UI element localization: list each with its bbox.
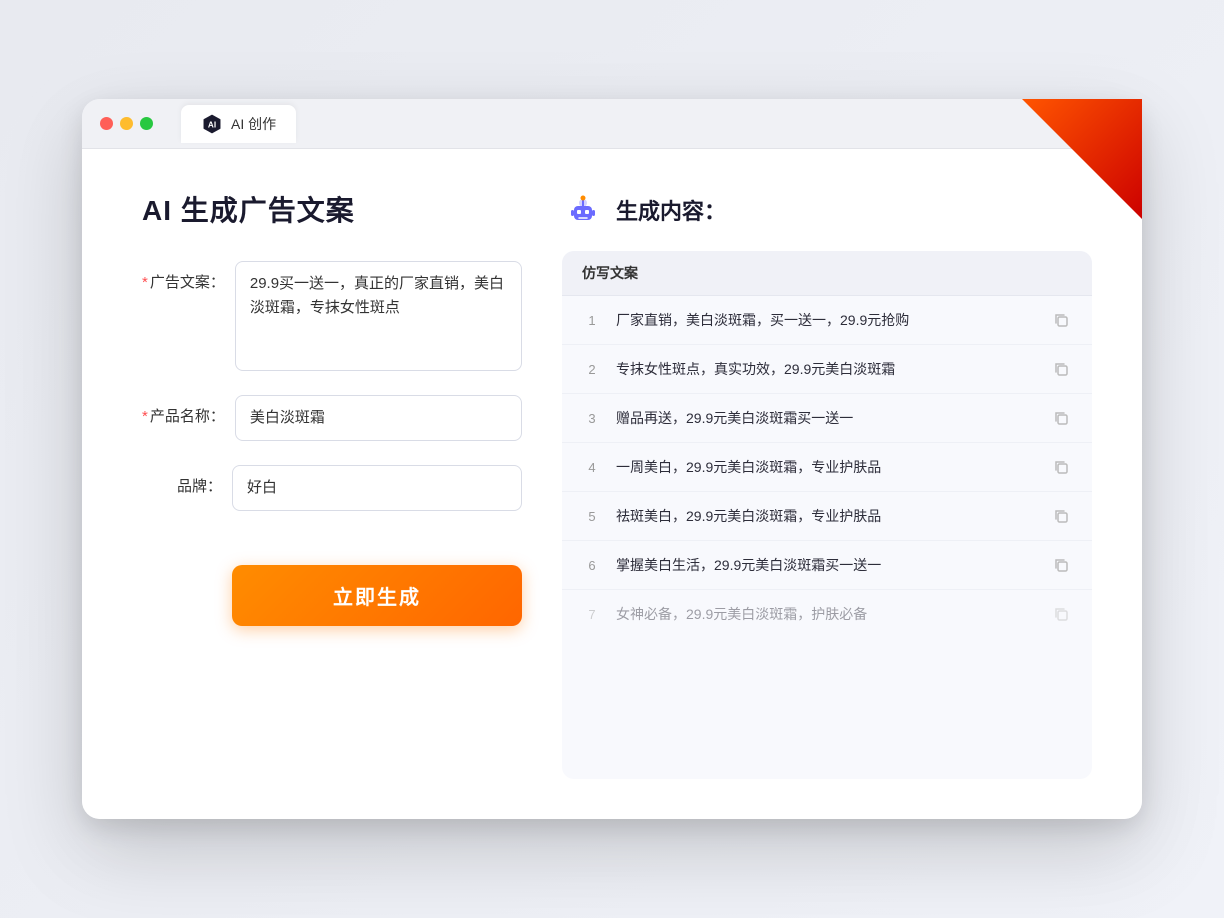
result-rows-container: 1 厂家直销，美白淡斑霜，买一送一，29.9元抢购 2 专抹女性斑点，真实功效，29.… — [562, 296, 1092, 638]
product-name-label: *产品名称： — [142, 395, 235, 426]
titlebar: AI AI 创作 — [82, 99, 1142, 149]
close-button[interactable] — [100, 117, 113, 130]
result-row: 6 掌握美白生活，29.9元美白淡斑霜买一送一 — [562, 541, 1092, 590]
required-star-product: * — [142, 408, 148, 425]
result-title: 生成内容： — [616, 194, 726, 226]
traffic-lights — [100, 117, 153, 130]
tab-bar: AI AI 创作 — [181, 105, 296, 143]
result-row-text: 一周美白，29.9元美白淡斑霜，专业护肤品 — [616, 457, 1036, 478]
brand-label: 品牌： — [142, 465, 232, 496]
ai-tab-icon: AI — [201, 113, 223, 135]
result-row: 3 赠品再送，29.9元美白淡斑霜买一送一 — [562, 394, 1092, 443]
maximize-button[interactable] — [140, 117, 153, 130]
copy-icon[interactable] — [1050, 407, 1072, 429]
result-row-number: 4 — [582, 460, 602, 475]
result-row-number: 2 — [582, 362, 602, 377]
result-row: 7 女神必备，29.9元美白淡斑霜，护肤必备 — [562, 590, 1092, 638]
result-row-text: 女神必备，29.9元美白淡斑霜，护肤必备 — [616, 604, 1036, 625]
page-title: AI 生成广告文案 — [142, 189, 522, 229]
copy-icon[interactable] — [1050, 358, 1072, 380]
copy-icon[interactable] — [1050, 554, 1072, 576]
minimize-button[interactable] — [120, 117, 133, 130]
result-row: 4 一周美白，29.9元美白淡斑霜，专业护肤品 — [562, 443, 1092, 492]
robot-icon — [562, 189, 604, 231]
result-header: 生成内容： — [562, 189, 1092, 231]
result-row-text: 祛斑美白，29.9元美白淡斑霜，专业护肤品 — [616, 506, 1036, 527]
svg-text:AI: AI — [208, 120, 216, 129]
ad-copy-input[interactable] — [235, 261, 522, 371]
tab-ai-create[interactable]: AI AI 创作 — [181, 105, 296, 143]
result-table: 仿写文案 1 厂家直销，美白淡斑霜，买一送一，29.9元抢购 2 专抹女性斑点，真实功… — [562, 251, 1092, 779]
generate-button[interactable]: 立即生成 — [232, 565, 522, 626]
brand-input[interactable] — [232, 465, 522, 511]
product-name-input[interactable] — [235, 395, 522, 441]
ad-copy-group: *广告文案： — [142, 261, 522, 371]
result-row-text: 赠品再送，29.9元美白淡斑霜买一送一 — [616, 408, 1036, 429]
product-name-group: *产品名称： — [142, 395, 522, 441]
result-row-number: 7 — [582, 607, 602, 622]
result-row: 1 厂家直销，美白淡斑霜，买一送一，29.9元抢购 — [562, 296, 1092, 345]
right-panel: 生成内容： 仿写文案 1 厂家直销，美白淡斑霜，买一送一，29.9元抢购 2 专抹女性… — [562, 189, 1092, 779]
copy-icon[interactable] — [1050, 456, 1072, 478]
result-row-number: 5 — [582, 509, 602, 524]
browser-window: AI AI 创作 AI 生成广告文案 *广告文案： — [82, 99, 1142, 819]
copy-icon[interactable] — [1050, 603, 1072, 625]
result-row-text: 厂家直销，美白淡斑霜，买一送一，29.9元抢购 — [616, 310, 1036, 331]
result-row-number: 6 — [582, 558, 602, 573]
result-row-text: 专抹女性斑点，真实功效，29.9元美白淡斑霜 — [616, 359, 1036, 380]
ad-copy-label: *广告文案： — [142, 261, 235, 292]
result-row: 2 专抹女性斑点，真实功效，29.9元美白淡斑霜 — [562, 345, 1092, 394]
main-content: AI 生成广告文案 *广告文案： *产品名称： 品 — [82, 149, 1142, 819]
result-row: 5 祛斑美白，29.9元美白淡斑霜，专业护肤品 — [562, 492, 1092, 541]
result-table-header: 仿写文案 — [562, 251, 1092, 296]
result-row-number: 1 — [582, 313, 602, 328]
brand-group: 品牌： — [142, 465, 522, 511]
copy-icon[interactable] — [1050, 505, 1072, 527]
tab-label: AI 创作 — [231, 114, 276, 134]
left-panel: AI 生成广告文案 *广告文案： *产品名称： 品 — [142, 189, 522, 779]
copy-icon[interactable] — [1050, 309, 1072, 331]
result-row-text: 掌握美白生活，29.9元美白淡斑霜买一送一 — [616, 555, 1036, 576]
required-star-ad: * — [142, 274, 148, 291]
result-row-number: 3 — [582, 411, 602, 426]
